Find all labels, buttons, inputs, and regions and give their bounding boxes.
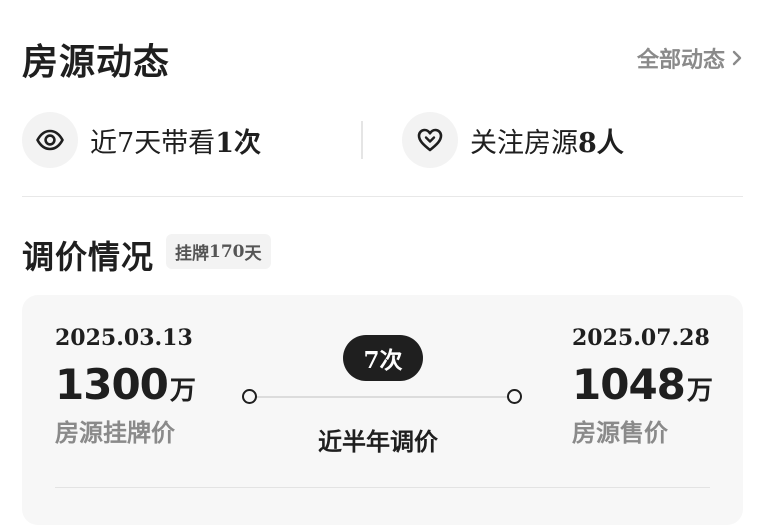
all-activity-label: 全部动态 [636,48,725,73]
viewing-days: 7 [117,127,135,159]
listed-badge-prefix: 挂牌 [175,244,209,264]
end-price-unit: 万 [686,376,713,406]
end-price-value: 1048 [572,360,686,409]
start-price-unit: 万 [169,376,196,406]
listed-days-badge: 挂牌 170 天 [166,234,271,269]
start-price-value: 1300 [55,360,169,409]
eye-icon [22,112,78,168]
section-title-listing-activity: 房源动态 [22,42,171,83]
viewing-prefix: 近 [90,127,117,159]
end-price-label: 房源售价 [572,419,668,447]
viewing-stat: 近7天带看1次 [22,112,261,168]
card-divider [55,487,710,488]
heart-icon [402,112,458,168]
listed-badge-suffix: 天 [244,244,262,264]
follow-prefix: 关注房源 [470,127,578,159]
section-divider [22,196,743,197]
all-activity-link[interactable]: 全部动态 [637,42,743,74]
adjust-count-pill: 7次 [343,335,423,381]
viewing-mid: 天带看 [134,127,216,159]
follow-stat: 关注房源8人 [402,112,624,168]
viewing-count: 1次 [215,127,261,159]
stats-divider [361,121,363,159]
listed-badge-days: 170 [209,241,245,262]
timeline-line [248,396,518,398]
price-adjust-title: 调价情况 [22,238,155,276]
adjust-caption: 近半年调价 [318,428,438,456]
end-date: 2025.07.28 [572,325,710,351]
start-price-label: 房源挂牌价 [55,419,175,447]
end-price: 1048万 [572,360,713,409]
start-price: 1300万 [55,360,196,409]
timeline-start-dot [242,389,257,404]
chevron-right-icon [732,50,742,66]
start-date: 2025.03.13 [55,325,193,351]
follow-count: 8人 [578,127,624,159]
timeline-end-dot [507,389,522,404]
